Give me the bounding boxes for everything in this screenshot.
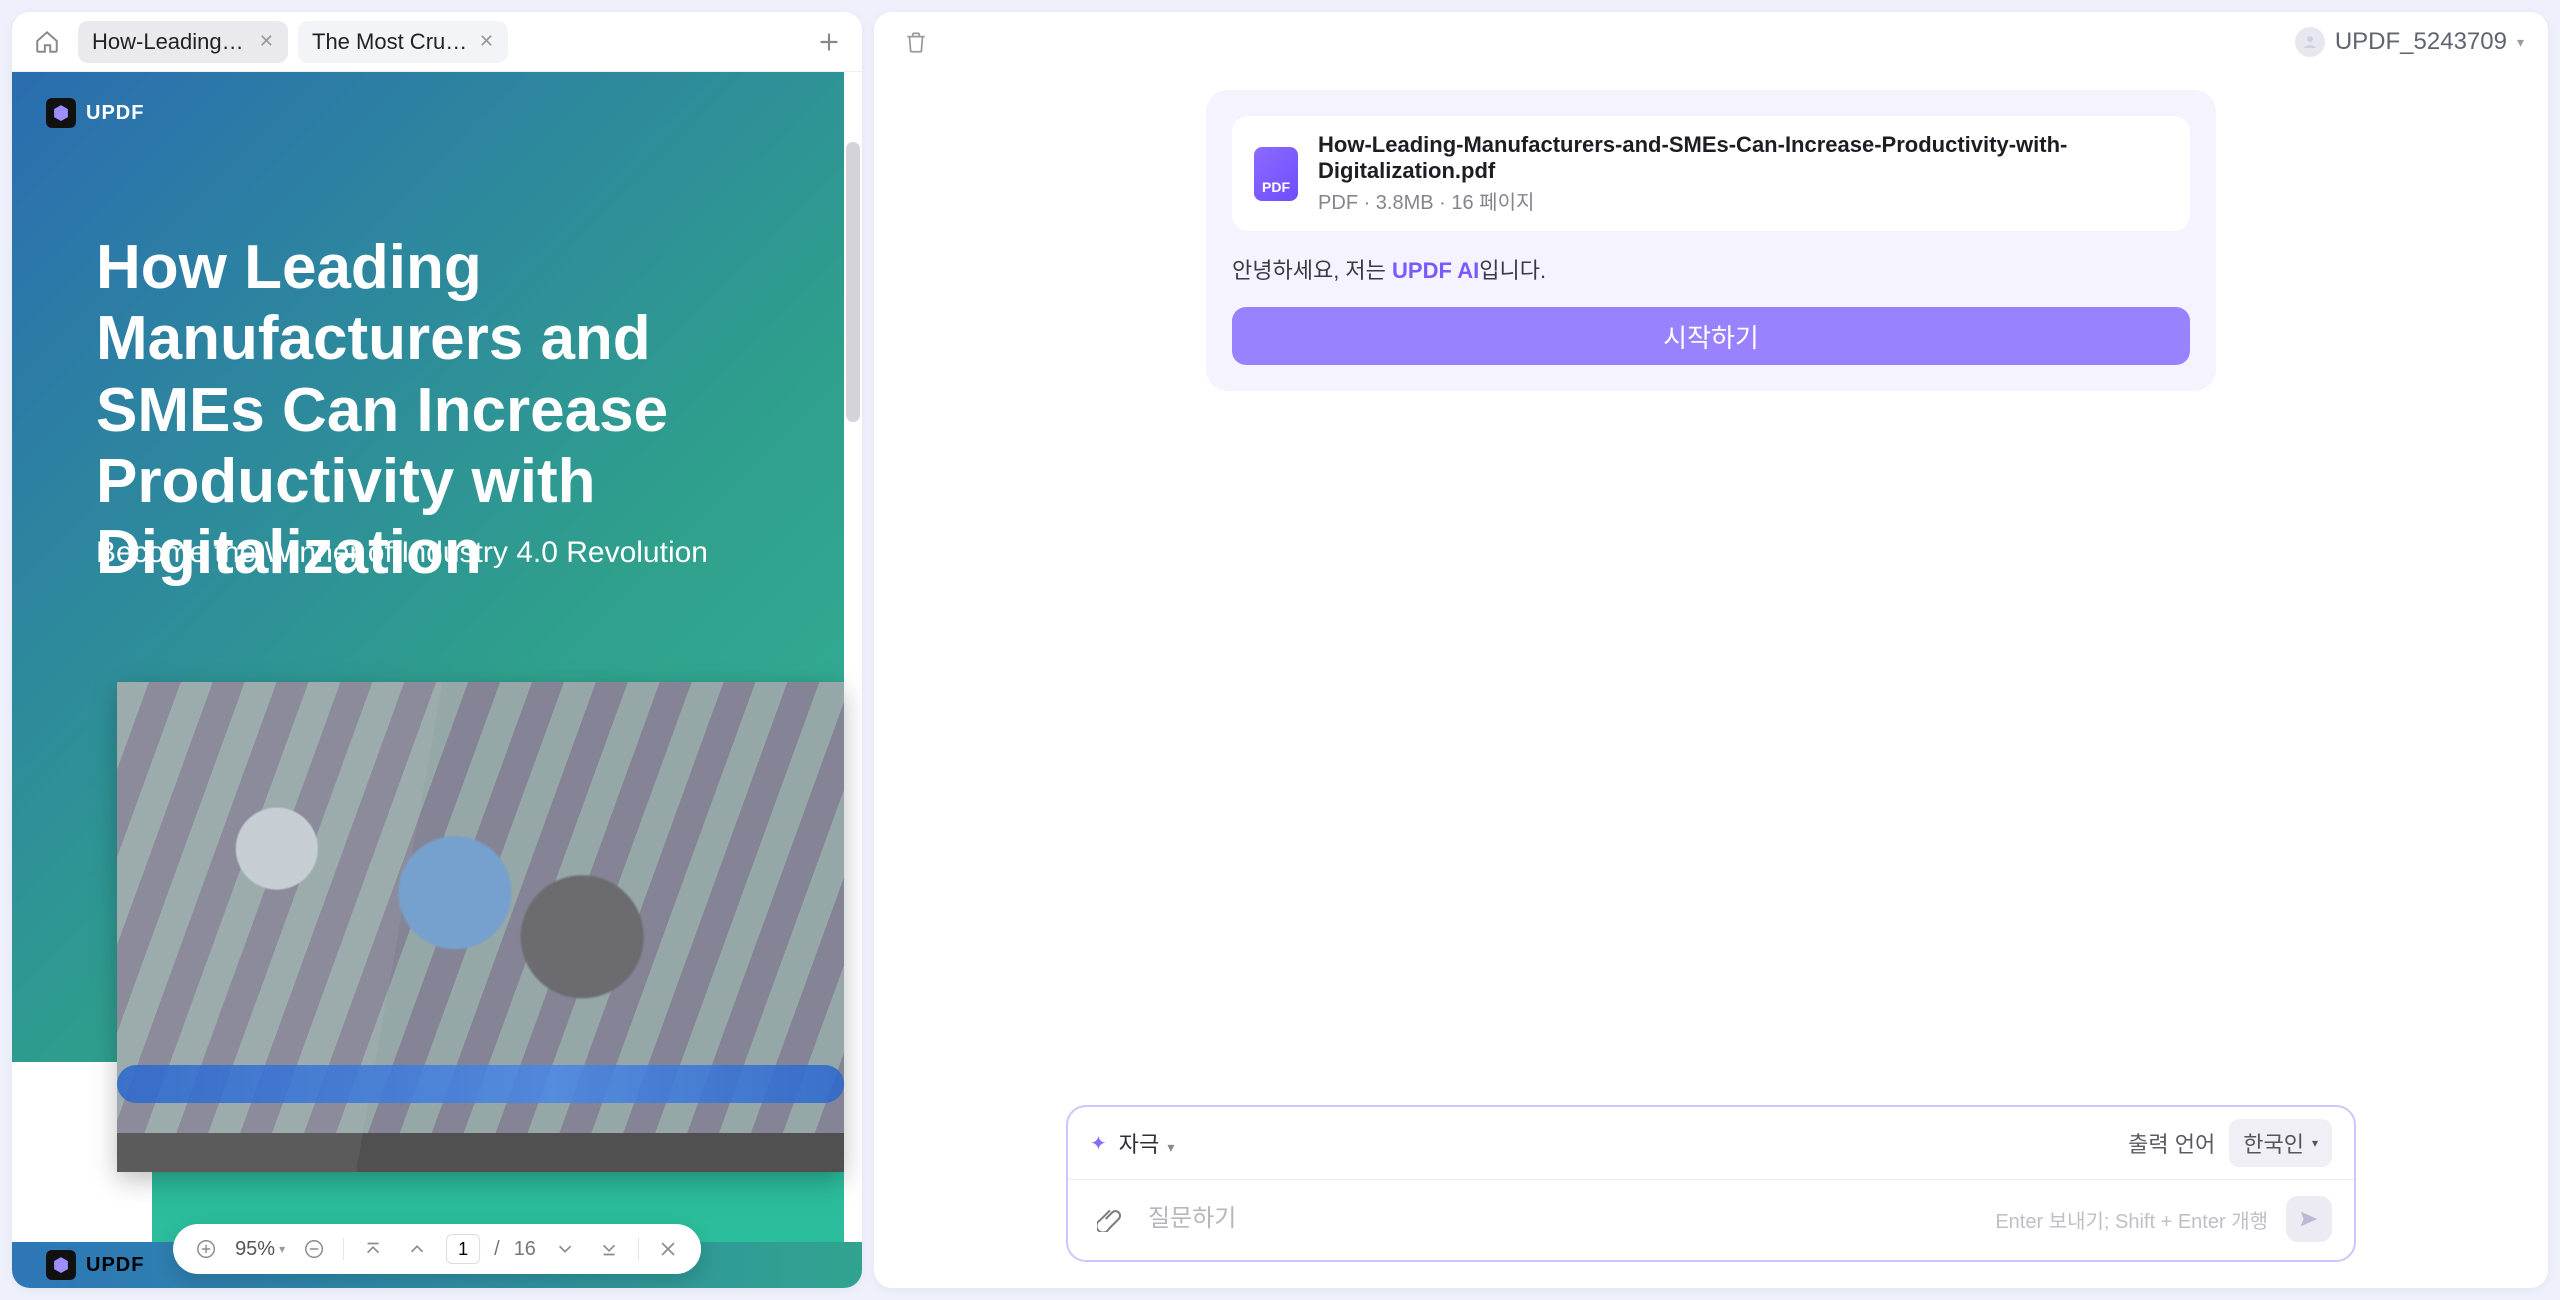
scrollbar[interactable] <box>846 142 860 422</box>
pdf-page: ⬢ UPDF How Leading Manufacturers and SME… <box>12 72 844 1262</box>
close-icon[interactable]: ✕ <box>259 31 274 52</box>
page-subtitle: Become the Winner of Industry 4.0 Revolu… <box>96 536 708 570</box>
zoom-level[interactable]: 95% ▾ <box>235 1238 285 1261</box>
start-button[interactable]: 시작하기 <box>1232 307 2190 365</box>
page-title: How Leading Manufacturers and SMEs Can I… <box>96 232 784 588</box>
chevron-down-icon: ▾ <box>2312 1136 2318 1150</box>
tab-document-2[interactable]: The Most Cruci… ✕ <box>298 21 508 63</box>
zoom-out-button[interactable] <box>299 1234 329 1264</box>
trash-icon <box>903 29 929 55</box>
chat-body[interactable]: How-Leading-Manufacturers-and-SMEs-Can-I… <box>874 72 2548 1087</box>
chevron-down-icon <box>554 1238 576 1260</box>
app-frame: How-Leading-… ✕ The Most Cruci… ✕ ⬢ UPDF <box>12 12 2548 1288</box>
prev-page-button[interactable] <box>402 1234 432 1264</box>
chevron-down-icon: ▾ <box>1167 1139 1174 1155</box>
pdf-viewer-panel: How-Leading-… ✕ The Most Cruci… ✕ ⬢ UPDF <box>12 12 862 1288</box>
language-value: 한국인 <box>2243 1127 2304 1159</box>
file-info: PDF · 3.8MB · 16 페이지 <box>1318 186 2168 215</box>
chat-input[interactable] <box>1148 1205 1977 1233</box>
cover-photo <box>117 682 844 1172</box>
brand-name: UPDF <box>86 102 144 125</box>
page-separator: / <box>494 1238 500 1261</box>
sparkle-icon: ✦ <box>1090 1131 1107 1156</box>
page-toolbar: 95% ▾ <box>173 1224 701 1274</box>
document-scroll[interactable]: ⬢ UPDF How Leading Manufacturers and SME… <box>12 72 862 1288</box>
brand-name: UPDF <box>86 1254 144 1277</box>
separator <box>638 1238 639 1260</box>
greeting-prefix: 안녕하세요, 저는 <box>1232 258 1392 283</box>
minus-circle-icon <box>303 1238 325 1260</box>
ai-chat-panel: UPDF_5243709 ▾ How-Leading-Manufacturers… <box>874 12 2548 1288</box>
file-attachment[interactable]: How-Leading-Manufacturers-and-SMEs-Can-I… <box>1232 116 2190 231</box>
greeting-suffix: 입니다. <box>1479 258 1546 283</box>
welcome-card: How-Leading-Manufacturers-and-SMEs-Can-I… <box>1206 90 2216 391</box>
stimulus-label: 자극 <box>1119 1132 1159 1157</box>
ai-top-bar: UPDF_5243709 ▾ <box>874 12 2548 72</box>
paperclip-icon <box>1097 1206 1123 1232</box>
brand-logo-icon: ⬢ <box>46 98 76 128</box>
brand-chip: ⬢ UPDF <box>46 98 144 128</box>
stimulus-dropdown[interactable]: 자극 ▾ <box>1119 1127 1175 1159</box>
separator <box>343 1238 344 1260</box>
document-area: ⬢ UPDF How Leading Manufacturers and SME… <box>12 72 862 1288</box>
page-number-input[interactable] <box>446 1234 480 1264</box>
cover-photo-wrap <box>12 682 844 1262</box>
zoom-value: 95% <box>235 1238 275 1261</box>
input-hint: Enter 보내기; Shift + Enter 개행 <box>1995 1205 2268 1234</box>
tab-label: The Most Cruci… <box>312 29 469 55</box>
add-tab-button[interactable] <box>810 23 848 61</box>
file-name: How-Leading-Manufacturers-and-SMEs-Can-I… <box>1318 132 2168 184</box>
close-toolbar-button[interactable] <box>653 1234 683 1264</box>
brand-logo-icon: ⬢ <box>46 1250 76 1280</box>
user-menu[interactable]: UPDF_5243709 ▾ <box>2295 27 2524 57</box>
pdf-file-icon <box>1254 147 1298 201</box>
next-page-button[interactable] <box>550 1234 580 1264</box>
close-icon <box>657 1238 679 1260</box>
user-name: UPDF_5243709 <box>2335 28 2507 56</box>
tab-bar: How-Leading-… ✕ The Most Cruci… ✕ <box>12 12 862 72</box>
brand-chip: ⬢ UPDF <box>46 1250 144 1280</box>
attach-button[interactable] <box>1090 1199 1130 1239</box>
plus-icon <box>816 29 842 55</box>
avatar-icon <box>2295 27 2325 57</box>
greeting-text: 안녕하세요, 저는 UPDF AI입니다. <box>1232 253 2190 285</box>
composer-wrap: ✦ 자극 ▾ 출력 언어 한국인 ▾ <box>874 1087 2548 1288</box>
close-icon[interactable]: ✕ <box>479 31 494 52</box>
output-language-label: 출력 언어 <box>2128 1127 2215 1159</box>
send-icon <box>2298 1208 2320 1230</box>
tab-document-1[interactable]: How-Leading-… ✕ <box>78 21 288 63</box>
chevron-down-icon: ▾ <box>279 1242 285 1256</box>
plus-circle-icon <box>195 1238 217 1260</box>
composer-top: ✦ 자극 ▾ 출력 언어 한국인 ▾ <box>1068 1107 2354 1179</box>
chevron-top-bar-icon <box>362 1238 384 1260</box>
chevron-bottom-bar-icon <box>598 1238 620 1260</box>
composer: ✦ 자극 ▾ 출력 언어 한국인 ▾ <box>1066 1105 2356 1262</box>
home-icon <box>34 29 60 55</box>
clear-chat-button[interactable] <box>898 24 934 60</box>
last-page-button[interactable] <box>594 1234 624 1264</box>
send-button[interactable] <box>2286 1196 2332 1242</box>
tab-label: How-Leading-… <box>92 29 249 55</box>
composer-bottom: Enter 보내기; Shift + Enter 개행 <box>1068 1179 2354 1260</box>
language-selector[interactable]: 한국인 ▾ <box>2229 1119 2332 1167</box>
chevron-down-icon: ▾ <box>2517 34 2524 51</box>
chevron-up-icon <box>406 1238 428 1260</box>
zoom-in-button[interactable] <box>191 1234 221 1264</box>
first-page-button[interactable] <box>358 1234 388 1264</box>
output-language: 출력 언어 한국인 ▾ <box>2128 1119 2332 1167</box>
page-total: 16 <box>514 1238 536 1261</box>
brand-link[interactable]: UPDF AI <box>1392 258 1479 283</box>
file-meta: How-Leading-Manufacturers-and-SMEs-Can-I… <box>1318 132 2168 215</box>
home-button[interactable] <box>26 21 68 63</box>
